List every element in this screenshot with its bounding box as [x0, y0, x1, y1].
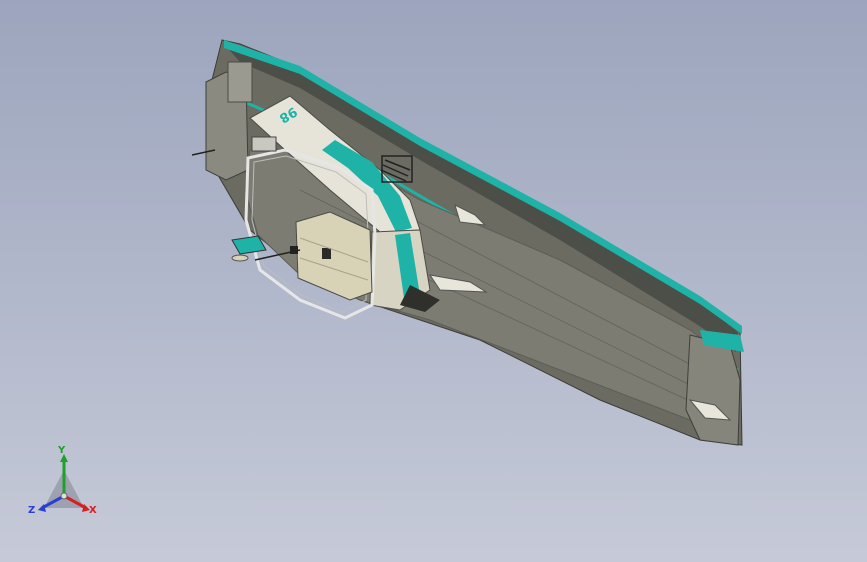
z-axis-label: Z [28, 505, 36, 516]
boat-hull-model[interactable]: 98 [0, 0, 867, 562]
axis-triad: Y X Z [26, 446, 106, 526]
y-axis-label: Y [58, 445, 66, 456]
stern-panel [227, 61, 253, 103]
3d-viewport[interactable]: 98 Y X Z [0, 0, 867, 562]
x-axis-label: X [89, 505, 97, 516]
bow-block [685, 334, 741, 446]
